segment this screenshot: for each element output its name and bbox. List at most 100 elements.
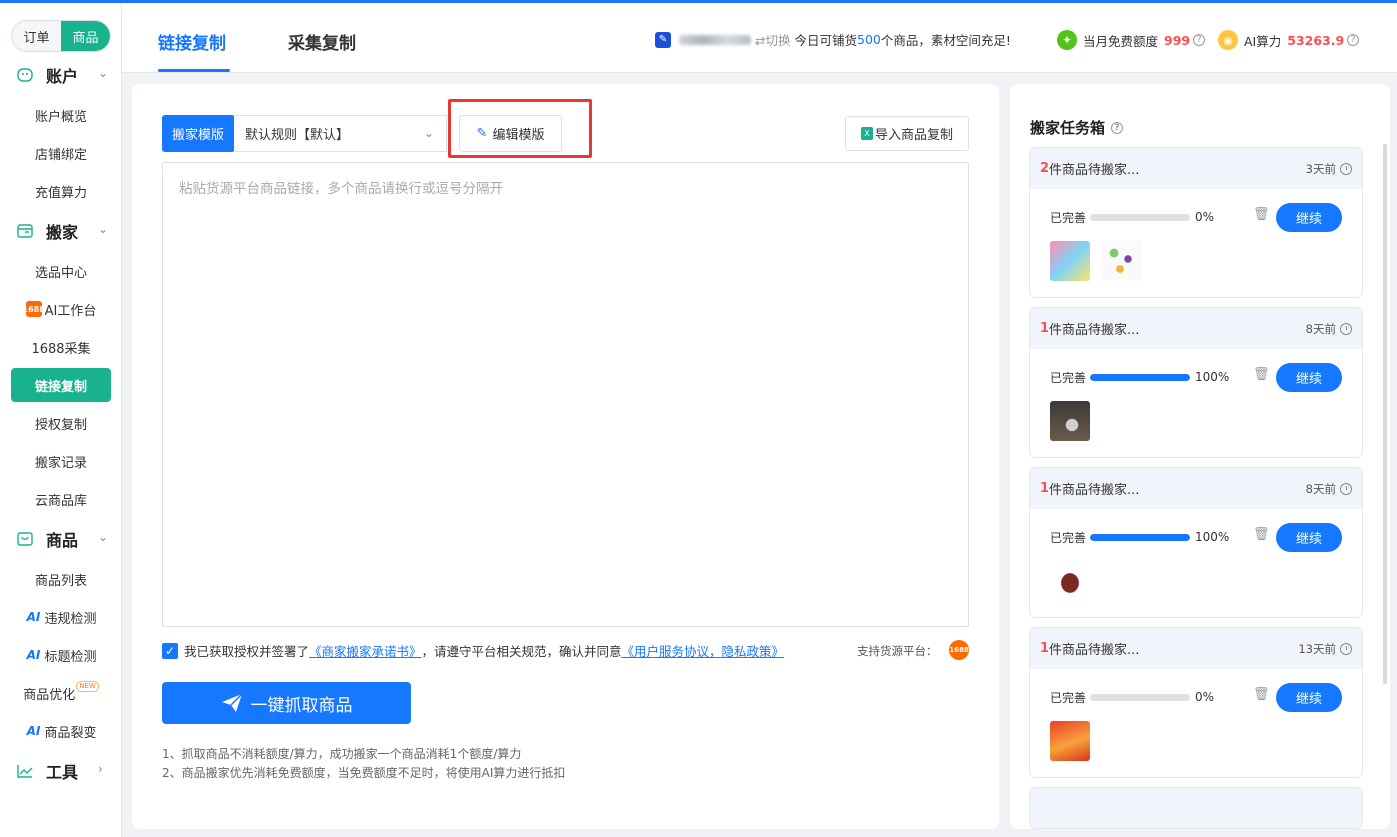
chevron-down-icon: ⌄ (98, 222, 109, 236)
task-card: 1 件商品待搬家... 13天前 已完善 0% 🗑 继续 (1029, 627, 1363, 778)
scrollbar[interactable] (1383, 144, 1387, 684)
clover-icon: ✦ (1057, 30, 1077, 50)
agree-checkbox[interactable]: ✓ (162, 642, 178, 659)
sidebar-item-label: 商品优化 (23, 687, 76, 703)
segment-product[interactable]: 商品 (61, 21, 110, 51)
link-copy-panel: 搬家模版 默认规则【默认】 ⌄ ✎ 编辑模版 X 导入商品复制 粘贴货源平台商品… (132, 84, 999, 829)
progress-percent: 0% (1195, 690, 1215, 704)
progress-percent: 0% (1195, 210, 1215, 224)
progress-label: 已完善 (1050, 210, 1087, 225)
continue-button[interactable]: 继续 (1276, 683, 1342, 712)
order-product-toggle[interactable]: 订单 商品 (11, 20, 111, 52)
sidebar-item-shop-binding[interactable]: 店铺绑定 (11, 136, 111, 170)
sidebar-group-label: 账户 (46, 67, 79, 86)
ai-power-value: 53263.9 (1287, 32, 1345, 48)
tab-collect-copy[interactable]: 采集复制 (288, 29, 356, 54)
task-title: 件商品待搬家... (1049, 323, 1140, 338)
shop-logo-icon: ✎ (655, 31, 671, 48)
sidebar-item-cloud-library[interactable]: 云商品库 (11, 482, 111, 516)
product-links-textarea[interactable]: 粘贴货源平台商品链接，多个商品请换行或逗号分隔开 (162, 162, 969, 627)
task-box-panel: 搬家任务箱 ? 2 件商品待搬家... 3天前 已完善 0% 🗑 继续 1 件商… (1010, 84, 1390, 829)
new-badge: NEW (76, 680, 99, 692)
trash-icon[interactable]: 🗑 (1253, 207, 1270, 222)
active-tab-indicator (158, 69, 230, 72)
sidebar-item-link-copy[interactable]: 链接复制 (11, 368, 111, 402)
switch-link[interactable]: ⇄切换 (755, 30, 791, 49)
task-card (1029, 787, 1363, 829)
progress-fill (1090, 374, 1190, 381)
shop-info: ✎ ⇄切换 今日可铺货 500 个商品，素材空间充足! (655, 30, 1011, 49)
free-quota: ✦ 当月免费额度 999 ? (1057, 30, 1206, 50)
send-icon (221, 693, 243, 712)
continue-button[interactable]: 继续 (1276, 203, 1342, 232)
sidebar-item-account-overview[interactable]: 账户概览 (11, 98, 111, 132)
task-card: 1 件商品待搬家... 8天前 已完善 100% 🗑 继续 (1029, 307, 1363, 458)
progress-fill (1090, 534, 1190, 541)
sidebar-item-selection-center[interactable]: 选品中心 (11, 254, 111, 288)
sidebar-group-move[interactable]: 搬家 ⌄ (0, 214, 122, 248)
sidebar-item-violation-check[interactable]: AI 违规检测 (11, 600, 111, 634)
import-product-button[interactable]: X 导入商品复制 (845, 116, 969, 151)
import-label: 导入商品复制 (874, 128, 953, 143)
task-count: 2 (1040, 161, 1050, 176)
task-time-text: 8天前 (1305, 322, 1336, 336)
sidebar-item-product-fission[interactable]: AI 商品裂变 (11, 714, 111, 748)
sidebar-item-label: AI工作台 (44, 303, 97, 319)
service-policy-link[interactable]: 《用户服务协议，隐私政策》 (622, 641, 785, 660)
task-time-text: 3天前 (1305, 162, 1336, 176)
task-time-text: 8天前 (1305, 482, 1336, 496)
sidebar-item-title-check[interactable]: AI 标题检测 (11, 638, 111, 672)
trash-icon[interactable]: 🗑 (1253, 527, 1270, 542)
help-icon[interactable]: ? (1111, 121, 1124, 134)
trash-icon[interactable]: 🗑 (1253, 367, 1270, 382)
progress-bar (1090, 374, 1190, 381)
task-title: 件商品待搬家... (1049, 483, 1140, 498)
trash-icon[interactable]: 🗑 (1253, 687, 1270, 702)
template-selected-value: 默认规则【默认】 (245, 128, 350, 143)
help-icon[interactable]: ? (1193, 34, 1206, 46)
info-prefix: 今日可铺货 (794, 33, 858, 48)
sidebar-item-label: 标题检测 (44, 649, 97, 665)
sidebar-item-move-records[interactable]: 搬家记录 (11, 444, 111, 478)
textarea-placeholder: 粘贴货源平台商品链接，多个商品请换行或逗号分隔开 (179, 181, 503, 197)
chevron-down-icon: ⌄ (423, 126, 434, 140)
sidebar-item-auth-copy[interactable]: 授权复制 (11, 406, 111, 440)
sidebar-group-tools[interactable]: 工具 › (0, 754, 122, 788)
chevron-right-icon: › (98, 762, 103, 776)
tab-link-copy[interactable]: 链接复制 (158, 29, 226, 54)
clock-icon (1340, 163, 1352, 175)
agree-text-1: 我已获取授权并签署了 (184, 644, 310, 659)
template-select[interactable]: 默认规则【默认】 ⌄ (233, 115, 447, 152)
chevron-down-icon: ⌄ (98, 66, 109, 80)
product-thumbnail (1050, 721, 1090, 761)
product-thumbnail (1050, 561, 1090, 601)
task-time: 13天前 (1298, 641, 1352, 657)
sidebar-group-product[interactable]: 商品 ⌄ (0, 522, 122, 556)
grab-products-button[interactable]: 一键抓取商品 (162, 682, 411, 724)
sidebar-item-recharge[interactable]: 充值算力 (11, 174, 111, 208)
task-time: 3天前 (1306, 161, 1352, 177)
free-quota-value: 999 (1164, 32, 1191, 48)
continue-button[interactable]: 继续 (1276, 523, 1342, 552)
promise-link[interactable]: 《商家搬家承诺书》 (309, 641, 422, 660)
segment-order[interactable]: 订单 (12, 21, 61, 51)
info-count: 500 (857, 32, 881, 47)
supported-platforms-label: 支持货源平台： (857, 644, 938, 658)
sidebar-item-product-optimize[interactable]: 商品优化 NEW (11, 676, 111, 710)
sidebar-item-ai-workbench[interactable]: 1688 AI工作台 (11, 292, 111, 326)
note-line-1: 1、抓取商品不消耗额度/算力，成功搬家一个商品消耗1个额度/算力 (162, 747, 522, 761)
help-icon[interactable]: ? (1347, 34, 1360, 46)
account-icon (17, 68, 33, 82)
grab-label: 一键抓取商品 (250, 695, 353, 716)
template-label: 搬家模版 (162, 115, 234, 152)
clock-icon (1340, 483, 1352, 495)
sidebar-item-label: 商品裂变 (44, 725, 97, 741)
sidebar-group-account[interactable]: 账户 ⌄ (0, 58, 122, 92)
ai-power: ◉ AI算力 53263.9 ? (1218, 30, 1360, 50)
continue-button[interactable]: 继续 (1276, 363, 1342, 392)
sidebar-item-product-list[interactable]: 商品列表 (11, 562, 111, 596)
sidebar-item-1688-collect[interactable]: 1688采集 (11, 330, 111, 364)
task-count: 1 (1040, 321, 1050, 336)
progress-bar (1090, 694, 1190, 701)
shop-icon (17, 532, 33, 546)
